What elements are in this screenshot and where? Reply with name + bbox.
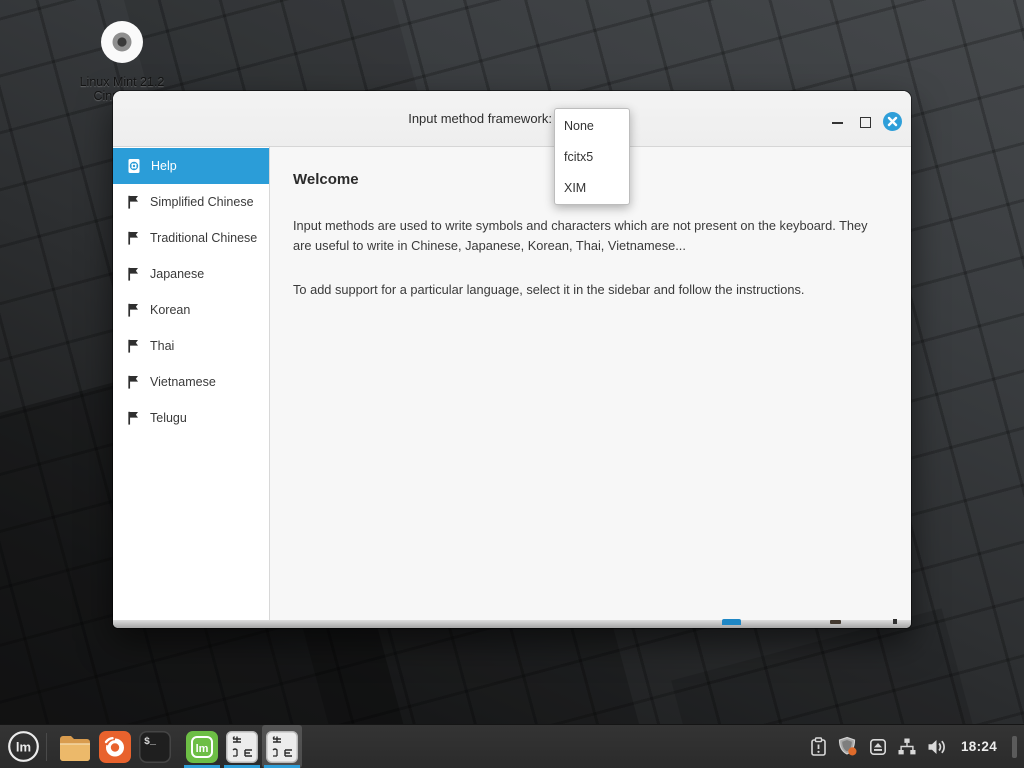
flag-icon (126, 410, 141, 426)
desktop: Linux Mint 21.2 Cinnamon Input method fr… (0, 0, 1024, 768)
sidebar-item-label: Japanese (150, 267, 204, 281)
input-method-icon (266, 731, 298, 763)
clock[interactable]: 18:24 (961, 739, 997, 754)
sidebar: Help Simplified Chinese Traditional Chin… (113, 147, 270, 620)
taskbar: lm $_ lm (0, 724, 1024, 768)
mint-welcome-icon: lm (186, 731, 218, 763)
sidebar-item-label: Vietnamese (150, 375, 216, 389)
taskbar-window-input-methods-1[interactable] (222, 725, 262, 768)
sidebar-item-traditional-chinese[interactable]: Traditional Chinese (113, 220, 269, 256)
firefox-icon[interactable] (99, 731, 131, 763)
dropdown-option-xim[interactable]: XIM (555, 172, 629, 203)
running-indicator (224, 765, 260, 768)
framework-label: Input method framework: (408, 91, 552, 146)
svg-text:lm: lm (196, 743, 209, 755)
flag-icon (126, 266, 141, 282)
show-desktop-handle[interactable] (1012, 736, 1017, 758)
titlebar[interactable]: Input method framework: (113, 91, 911, 147)
svg-text:lm: lm (15, 740, 30, 755)
sidebar-item-thai[interactable]: Thai (113, 328, 269, 364)
disc-icon (100, 20, 144, 64)
flag-icon (126, 194, 141, 210)
content-area: Welcome Input methods are used to write … (270, 147, 911, 620)
intro-paragraph: Input methods are used to write symbols … (293, 216, 881, 256)
svg-text:$_: $_ (144, 736, 157, 748)
flag-icon (126, 302, 141, 318)
system-tray: 18:24 (809, 736, 1024, 758)
minimize-button[interactable] (832, 122, 843, 124)
removable-media-icon[interactable] (868, 737, 888, 757)
sidebar-item-label: Traditional Chinese (150, 231, 257, 245)
hidden-widget-sliver (722, 619, 741, 625)
maximize-button[interactable] (860, 117, 871, 128)
running-indicator (184, 765, 220, 768)
sidebar-item-vietnamese[interactable]: Vietnamese (113, 364, 269, 400)
mint-menu-icon: lm (7, 730, 40, 763)
volume-icon[interactable] (926, 737, 948, 757)
framework-dropdown-popup: None fcitx5 XIM (554, 108, 630, 205)
report-icon[interactable] (809, 737, 828, 757)
running-indicator (264, 765, 300, 768)
help-icon (126, 158, 142, 174)
input-methods-window: Input method framework: None fcitx5 XIM (113, 91, 911, 628)
network-icon[interactable] (897, 737, 917, 756)
sidebar-item-simplified-chinese[interactable]: Simplified Chinese (113, 184, 269, 220)
terminal-icon[interactable]: $_ (139, 731, 171, 763)
flag-icon (126, 338, 141, 354)
sidebar-item-korean[interactable]: Korean (113, 292, 269, 328)
sidebar-item-help[interactable]: Help (113, 148, 269, 184)
taskbar-window-mint-welcome[interactable]: lm (182, 725, 222, 768)
sidebar-item-telugu[interactable]: Telugu (113, 400, 269, 436)
sidebar-item-label: Help (151, 159, 177, 173)
close-icon (887, 116, 898, 127)
taskbar-window-input-methods-2[interactable] (262, 725, 302, 768)
flag-icon (126, 374, 141, 390)
window-bottom-edge (113, 620, 911, 628)
hidden-widget-sliver (830, 620, 841, 624)
update-shield-icon[interactable] (837, 736, 859, 757)
sidebar-item-label: Simplified Chinese (150, 195, 254, 209)
dropdown-option-none[interactable]: None (555, 110, 629, 141)
input-method-icon (226, 731, 258, 763)
sidebar-item-label: Korean (150, 303, 190, 317)
taskbar-separator (46, 733, 47, 761)
sidebar-item-label: Thai (150, 339, 174, 353)
dropdown-option-fcitx5[interactable]: fcitx5 (555, 141, 629, 172)
instructions-paragraph: To add support for a particular language… (293, 280, 881, 300)
sidebar-item-label: Telugu (150, 411, 187, 425)
close-button[interactable] (883, 112, 902, 131)
folder-icon[interactable] (59, 735, 91, 762)
mint-menu-button[interactable]: lm (0, 725, 46, 768)
flag-icon (126, 230, 141, 246)
sidebar-item-japanese[interactable]: Japanese (113, 256, 269, 292)
hidden-widget-sliver (893, 619, 897, 624)
